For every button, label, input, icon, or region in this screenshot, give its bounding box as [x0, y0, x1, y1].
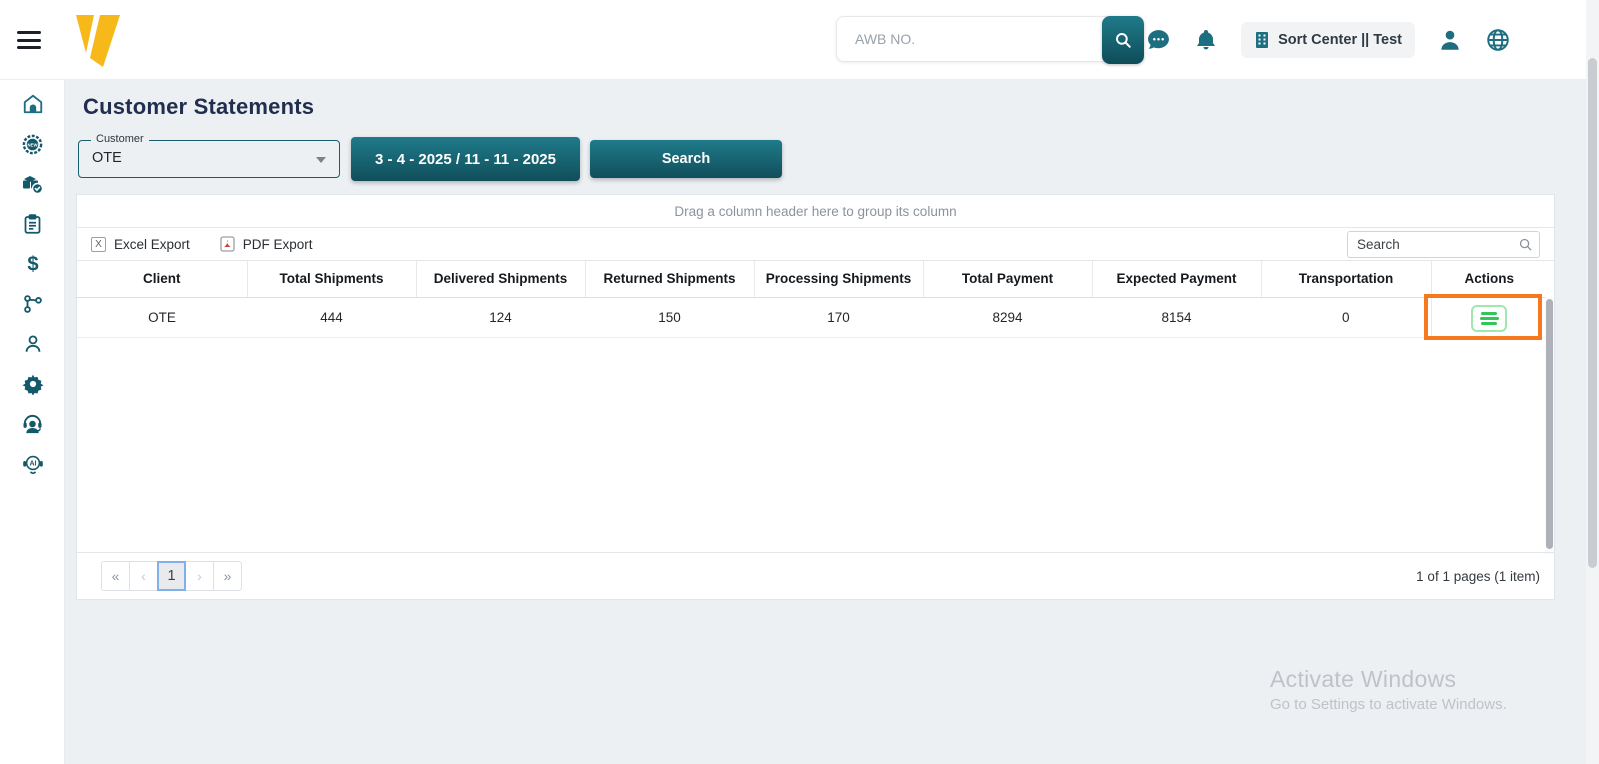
brand-logo[interactable] [70, 11, 126, 69]
svg-text:NEW: NEW [27, 142, 38, 147]
sidebar-item-finance[interactable]: $ [0, 244, 65, 284]
customer-select[interactable]: Customer OTE [78, 133, 340, 178]
pdf-icon [220, 236, 235, 252]
grid-pager: « ‹ 1 › » 1 of 1 pages (1 item) [77, 552, 1554, 599]
notifications-bell-icon[interactable] [1193, 27, 1219, 53]
view-statement-button[interactable] [1471, 304, 1508, 332]
customer-select-label: Customer [91, 133, 149, 145]
user-profile-icon[interactable] [1437, 27, 1463, 53]
page-title: Customer Statements [83, 94, 315, 119]
awb-search-input[interactable] [836, 16, 1126, 62]
cell-client: OTE [77, 297, 247, 338]
statement-lines-icon [1481, 311, 1498, 315]
statements-grid: Drag a column header here to group its c… [76, 194, 1555, 600]
pager-last-button[interactable]: » [213, 561, 242, 591]
date-range-button[interactable]: 3 - 4 - 2025 / 11 - 11 - 2025 [351, 137, 580, 181]
pager-next-button[interactable]: › [185, 561, 214, 591]
pager-page-1-button[interactable]: 1 [157, 561, 186, 591]
search-button[interactable]: Search [590, 140, 782, 178]
language-globe-icon[interactable] [1485, 27, 1511, 53]
grid-toolbar: X Excel Export PDF Export [77, 228, 1554, 261]
column-header-total-shipments[interactable]: Total Shipments [246, 261, 416, 298]
column-header-total-payment[interactable]: Total Payment [922, 261, 1092, 298]
cell-processing-shipments: 170 [754, 297, 923, 338]
column-header-delivered-shipments[interactable]: Delivered Shipments [415, 261, 585, 298]
sidebar-item-shipments[interactable] [0, 164, 65, 204]
pdf-export-label: PDF Export [242, 236, 313, 252]
statements-table: Client Total Shipments Delivered Shipmen… [77, 261, 1547, 338]
column-header-client[interactable]: Client [77, 261, 247, 298]
table-row[interactable]: OTE 444 124 150 170 8294 8154 0 [77, 297, 1547, 338]
cell-delivered-shipments: 124 [416, 297, 585, 338]
watermark-subtitle: Go to Settings to activate Windows. [1270, 696, 1507, 713]
excel-icon: X [91, 236, 106, 252]
customer-select-value: OTE [92, 150, 122, 166]
dollar-icon: $ [27, 253, 38, 275]
cell-returned-shipments: 150 [585, 297, 754, 338]
excel-export-label: Excel Export [114, 236, 190, 252]
chat-icon[interactable] [1145, 27, 1171, 53]
cell-expected-payment: 8154 [1092, 297, 1261, 338]
building-icon [1256, 32, 1269, 48]
pager-first-button[interactable]: « [101, 561, 130, 591]
cell-transportation: 0 [1261, 297, 1431, 338]
menu-toggle-icon[interactable] [17, 31, 41, 49]
home-icon [23, 94, 42, 114]
window-scrollbar[interactable] [1586, 0, 1599, 764]
sidebar-item-workflow[interactable] [0, 284, 65, 324]
sidebar-item-badge[interactable]: NEW [0, 124, 65, 164]
group-panel-hint: Drag a column header here to group its c… [674, 203, 957, 219]
grid-scrollbar[interactable] [1545, 297, 1554, 554]
support-agent-icon [23, 414, 42, 433]
search-icon [1116, 33, 1131, 48]
station-badge-label: Sort Center || Test [1278, 32, 1402, 48]
svg-text:$: $ [27, 253, 38, 275]
column-header-expected-payment[interactable]: Expected Payment [1091, 261, 1261, 298]
top-bar: Sort Center || Test [0, 0, 1599, 80]
windows-activation-watermark: Activate Windows Go to Settings to activ… [1270, 666, 1507, 713]
excel-export-button[interactable]: X Excel Export [91, 236, 190, 252]
awb-search-button[interactable] [1102, 16, 1144, 64]
person-icon [25, 335, 40, 352]
sidebar-item-settings[interactable] [0, 364, 65, 404]
ai-headset-icon: AI [22, 455, 43, 474]
sidebar-nav: NEW $ AI [0, 80, 65, 764]
awb-search [836, 16, 1144, 64]
pager-prev-button[interactable]: ‹ [129, 561, 158, 591]
column-header-actions[interactable]: Actions [1430, 261, 1547, 298]
new-badge-icon: NEW [22, 134, 43, 154]
branch-icon [23, 295, 42, 313]
cell-actions [1430, 297, 1547, 338]
svg-text:AI: AI [29, 461, 36, 468]
grid-search-input[interactable] [1347, 231, 1540, 258]
chevron-down-icon [316, 157, 326, 163]
column-header-returned-shipments[interactable]: Returned Shipments [584, 261, 754, 298]
column-header-processing-shipments[interactable]: Processing Shipments [753, 261, 923, 298]
sidebar-item-home[interactable] [0, 84, 65, 124]
watermark-title: Activate Windows [1270, 666, 1457, 692]
sidebar-item-reports[interactable] [0, 204, 65, 244]
table-header-row: Client Total Shipments Delivered Shipmen… [77, 261, 1547, 298]
sidebar-item-users[interactable] [0, 324, 65, 364]
sidebar-item-ai-assistant[interactable]: AI [0, 444, 65, 484]
pdf-export-button[interactable]: PDF Export [220, 236, 313, 252]
grid-search [1347, 231, 1540, 258]
sidebar-item-support[interactable] [0, 404, 65, 444]
search-icon [1518, 237, 1533, 252]
window-scrollbar-thumb[interactable] [1588, 58, 1597, 568]
packages-check-icon [22, 176, 43, 195]
cell-total-shipments: 444 [247, 297, 416, 338]
station-selector[interactable]: Sort Center || Test [1241, 22, 1415, 58]
gear-icon [21, 374, 44, 395]
group-panel[interactable]: Drag a column header here to group its c… [77, 195, 1554, 228]
clipboard-icon [24, 214, 41, 234]
column-header-transportation[interactable]: Transportation [1260, 261, 1431, 298]
pager-summary: 1 of 1 pages (1 item) [1416, 568, 1540, 584]
cell-total-payment: 8294 [923, 297, 1092, 338]
grid-scrollbar-thumb[interactable] [1546, 299, 1553, 549]
